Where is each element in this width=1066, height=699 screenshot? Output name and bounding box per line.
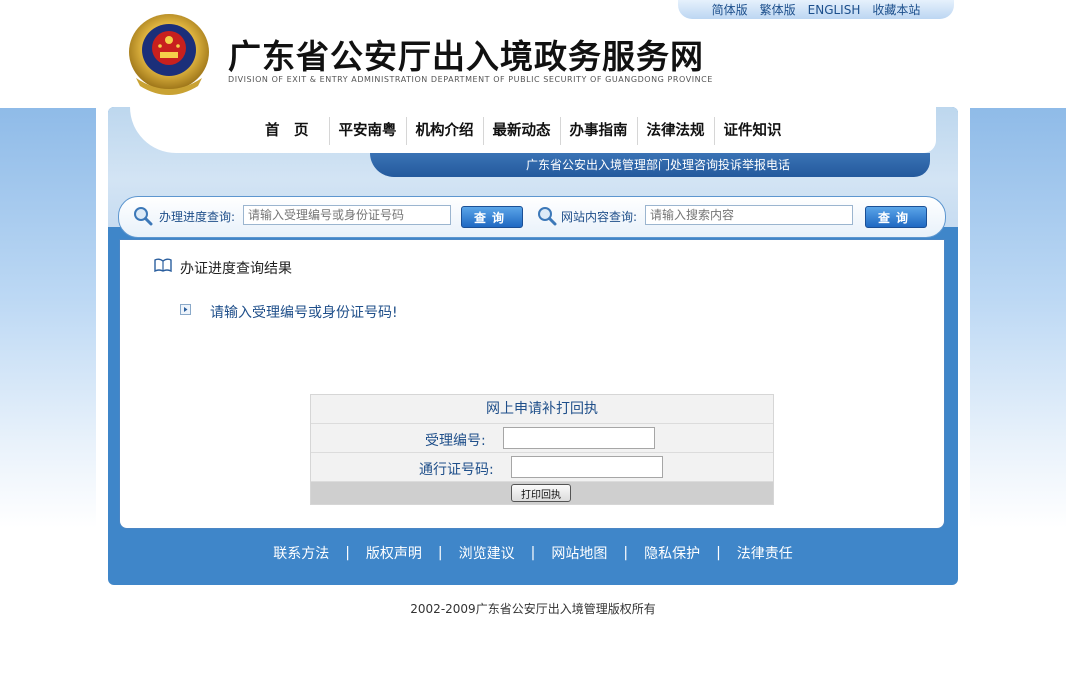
permit-number-label: 通行证号码: bbox=[419, 462, 494, 478]
nav-laws[interactable]: 法律法规 bbox=[636, 117, 714, 145]
permit-number-input[interactable] bbox=[511, 456, 663, 478]
book-icon bbox=[154, 258, 172, 272]
nav-document-knowledge[interactable]: 证件知识 bbox=[713, 117, 791, 145]
nav-service-guide[interactable]: 办事指南 bbox=[559, 117, 637, 145]
footer-separator: | bbox=[437, 545, 443, 561]
nav-organization[interactable]: 机构介绍 bbox=[405, 117, 483, 145]
site-header: 简体版 繁体版 ENGLISH 收藏本站 广东省公安厅出入境政务服务网 DIVI… bbox=[0, 0, 1066, 108]
form-button-row: 打印回执 bbox=[311, 481, 773, 504]
print-receipt-button[interactable]: 打印回执 bbox=[511, 484, 571, 502]
footer-separator: | bbox=[623, 545, 629, 561]
content-panel: 办证进度查询结果 请输入受理编号或身份证号码! 网上申请补打回执 受理编号: 通… bbox=[119, 239, 945, 529]
right-background-band bbox=[970, 108, 1066, 528]
form-row-permit-number: 通行证号码: bbox=[311, 452, 773, 481]
nav-safe-guangdong[interactable]: 平安南粤 bbox=[328, 117, 406, 145]
progress-query-label: 办理进度查询: bbox=[159, 210, 236, 224]
main-frame: 首 页 平安南粤 机构介绍 最新动态 办事指南 法律法规 证件知识 广东省公安出… bbox=[108, 107, 958, 585]
form-title: 网上申请补打回执 bbox=[486, 401, 598, 417]
lang-simplified-link[interactable]: 简体版 bbox=[712, 1, 748, 18]
footer-separator: | bbox=[345, 545, 350, 561]
accept-number-input[interactable] bbox=[503, 427, 655, 449]
language-bar: 简体版 繁体版 ENGLISH 收藏本站 bbox=[678, 0, 954, 19]
left-background-band bbox=[0, 108, 96, 528]
lang-english-link[interactable]: ENGLISH bbox=[808, 3, 861, 17]
site-title: 广东省公安厅出入境政务服务网 bbox=[228, 37, 704, 76]
site-subtitle: DIVISION OF EXIT & ENTRY ADMINISTRATION … bbox=[228, 75, 713, 84]
search-bar: 办理进度查询: 查询 网站内容查询: 查询 bbox=[118, 196, 946, 238]
footer-legal-link[interactable]: 法律责任 bbox=[737, 543, 793, 563]
nav-latest-news[interactable]: 最新动态 bbox=[482, 117, 560, 145]
footer-copyright-link[interactable]: 版权声明 bbox=[366, 543, 422, 563]
reprint-receipt-form: 网上申请补打回执 受理编号: 通行证号码: 打印回执 bbox=[310, 394, 774, 505]
bookmark-site-link[interactable]: 收藏本站 bbox=[872, 1, 920, 18]
site-search-input[interactable] bbox=[645, 205, 853, 225]
magnifier-icon bbox=[538, 207, 557, 226]
site-search-label: 网站内容查询: bbox=[561, 210, 638, 224]
progress-query-input[interactable] bbox=[243, 205, 451, 225]
footer-browse-advice-link[interactable]: 浏览建议 bbox=[459, 543, 515, 563]
result-message: 请输入受理编号或身份证号码! bbox=[210, 305, 398, 321]
result-title: 办证进度查询结果 bbox=[180, 261, 292, 277]
footer-separator: | bbox=[530, 545, 536, 561]
magnifier-icon bbox=[134, 207, 153, 226]
footer-contact-link[interactable]: 联系方法 bbox=[273, 543, 329, 563]
arrow-bullet-icon bbox=[180, 304, 191, 315]
form-row-accept-number: 受理编号: bbox=[311, 423, 773, 452]
footer-separator: | bbox=[716, 545, 721, 561]
progress-query-button[interactable]: 查询 bbox=[461, 206, 523, 228]
site-search-button[interactable]: 查询 bbox=[865, 206, 927, 228]
complaint-hotline-link[interactable]: 广东省公安出入境管理部门处理咨询投诉举报电话 bbox=[526, 156, 790, 173]
footer-sitemap-link[interactable]: 网站地图 bbox=[551, 543, 607, 563]
main-nav: 首 页 平安南粤 机构介绍 最新动态 办事指南 法律法规 证件知识 bbox=[256, 117, 791, 145]
nav-home[interactable]: 首 页 bbox=[256, 117, 329, 145]
footer-privacy-link[interactable]: 隐私保护 bbox=[644, 543, 700, 563]
police-emblem-icon bbox=[129, 14, 209, 95]
copyright-text: 2002-2009广东省公安厅出入境管理版权所有 bbox=[410, 602, 656, 616]
accept-number-label: 受理编号: bbox=[425, 433, 486, 449]
lang-traditional-link[interactable]: 繁体版 bbox=[760, 1, 796, 18]
footer-links: 联系方法 | 版权声明 | 浏览建议 | 网站地图 | 隐私保护 | 法律责任 bbox=[108, 543, 958, 563]
